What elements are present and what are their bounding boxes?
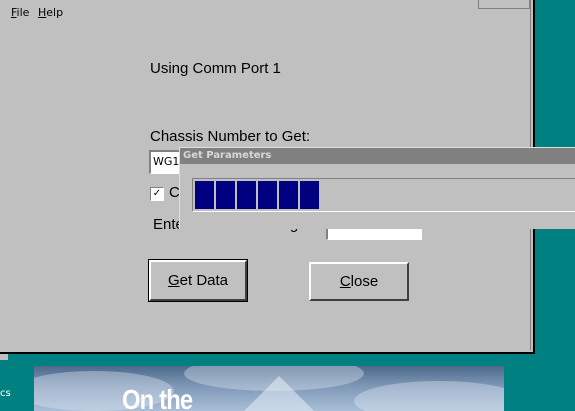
dialog-titlebar[interactable]: Get Parameters <box>180 148 575 164</box>
background-banner-image: On the <box>34 366 504 411</box>
menu-help[interactable]: Help <box>38 6 63 19</box>
menu-file[interactable]: File <box>11 6 29 19</box>
chassis-number-label: Chassis Number to Get: <box>150 128 311 145</box>
progress-block <box>258 181 277 209</box>
progress-block <box>216 181 235 209</box>
get-parameters-dialog: Get Parameters <box>179 147 575 229</box>
progress-track <box>193 179 575 211</box>
progress-block <box>300 181 319 209</box>
progress-block <box>279 181 298 209</box>
dialog-title: Get Parameters <box>183 150 272 161</box>
menu-bar: File Help <box>0 0 533 22</box>
banner-peak-shape <box>239 376 319 411</box>
close-button[interactable]: Close <box>309 262 409 301</box>
progress-block <box>237 181 256 209</box>
banner-text: On the <box>122 384 193 411</box>
progress-block <box>195 181 214 209</box>
comm-port-label: Using Comm Port 1 <box>150 60 281 77</box>
progress-bar <box>192 178 575 212</box>
desktop-caption: cs <box>0 388 11 399</box>
option-checkbox[interactable]: ✓ <box>150 187 164 201</box>
get-data-button[interactable]: Get Data <box>148 259 248 302</box>
